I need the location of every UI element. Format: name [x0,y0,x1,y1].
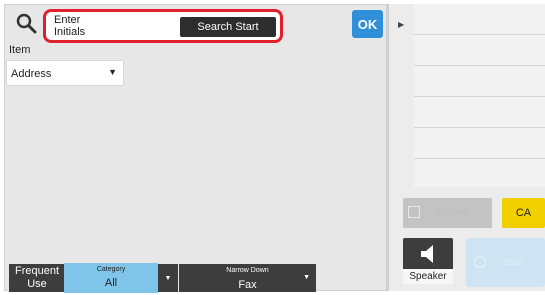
item-select-value: Address [11,68,52,80]
list-divider [414,127,545,128]
list-divider [414,158,545,159]
bottom-bar: Frequent Use Category All ▼ Narrow Down … [6,263,386,293]
list-divider [414,96,545,97]
narrow-down-caption: Narrow Down [226,267,269,274]
speaker-button[interactable]: Speaker [403,238,453,284]
category-button[interactable]: Category All [64,263,158,293]
ca-button[interactable]: CA [502,198,545,228]
list-divider [414,34,545,35]
frequent-use-line1: Frequent [14,265,60,277]
address-book-screen: Enter Initials Search Start OK Item Addr… [0,0,545,295]
list-divider [414,65,545,66]
category-caption: Category [96,266,126,273]
preview-icon [408,206,420,218]
frequent-use-line2: Use [27,278,47,290]
expand-arrow-icon[interactable]: ▶ [398,20,404,29]
speaker-label: Speaker [403,269,453,284]
chevron-down-icon: ▼ [108,67,117,77]
frequent-use-button[interactable]: Frequent Use [9,264,65,292]
ok-button[interactable]: OK [352,10,383,38]
start-icon [474,256,486,268]
search-placeholder-line2: Initials [54,26,86,38]
search-input[interactable]: Enter Initials [54,14,174,39]
start-button[interactable]: Start [466,238,545,287]
search-box-highlight: Enter Initials Search Start [43,9,283,43]
search-start-button[interactable]: Search Start [180,17,276,37]
chevron-down-icon: ▼ [164,274,172,282]
search-placeholder-line1: Enter [54,14,81,26]
preview-label: Preview [437,207,470,217]
speaker-icon [421,245,433,263]
narrow-down-value: Fax [238,279,257,291]
search-icon[interactable] [14,11,38,35]
chevron-down-icon: ▼ [303,274,310,281]
start-label: Start [504,257,524,267]
narrow-down-button[interactable]: Narrow Down Fax ▼ [179,264,316,292]
item-label: Item [9,44,31,56]
category-value: All [104,277,118,289]
item-select[interactable]: Address ▼ [6,60,124,86]
preview-button[interactable]: Preview [403,198,492,228]
search-panel [4,4,387,291]
category-dropdown-button[interactable]: ▼ [158,264,178,292]
